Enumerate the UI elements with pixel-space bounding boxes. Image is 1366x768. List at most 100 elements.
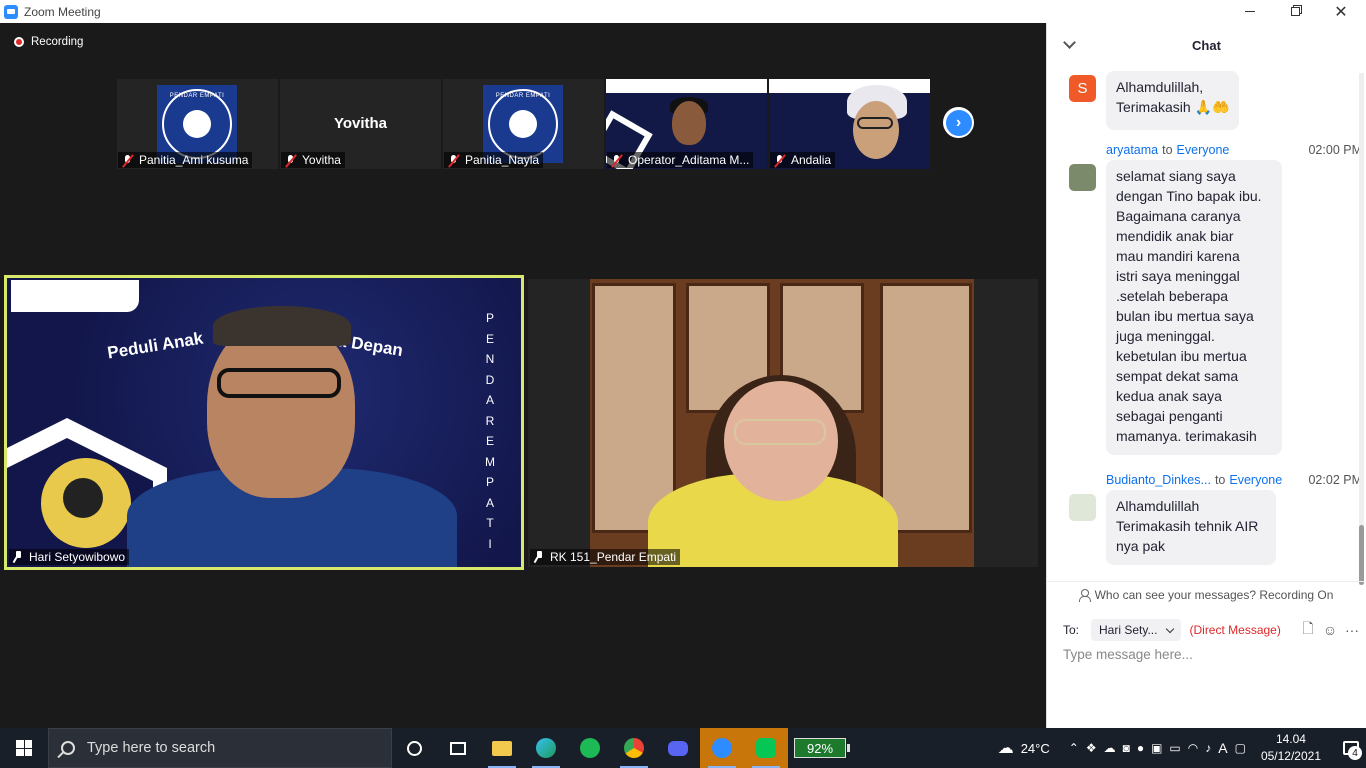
participant-name: RK 151_Pendar Empati (550, 550, 677, 564)
volume-icon[interactable]: ♪ (1205, 741, 1211, 755)
ime-icon[interactable]: ▢ (1235, 741, 1246, 755)
participant-name-tag: Yovitha (281, 152, 345, 168)
message-bubble[interactable]: Alhamdulillah Terimakasih tehnik AIR nya… (1106, 490, 1276, 565)
participant-display-name: Yovitha (333, 115, 388, 132)
minimize-button[interactable] (1227, 0, 1273, 23)
search-icon (61, 741, 75, 755)
recipient-value: Hari Sety... (1099, 623, 1158, 637)
clock[interactable]: 14.04 05/12/2021 (1261, 731, 1321, 765)
participant-name-tag: Panitia_Nayla (444, 152, 544, 168)
close-button[interactable]: ✕ (1318, 0, 1364, 23)
spotify-button[interactable] (568, 728, 612, 768)
cortana-button[interactable] (392, 728, 436, 768)
taskbar: Type here to search 92% ☁ 24°C ⌃ ❖ ☁ ◙ ●… (0, 728, 1366, 768)
chat-messages: S Alhamdulillah, Terimakasih 🙏🤲 aryatama… (1047, 67, 1365, 587)
recording-indicator[interactable]: Recording (14, 36, 83, 48)
language-icon[interactable]: A (1218, 740, 1227, 756)
start-button[interactable] (0, 728, 48, 768)
recipient-name: Everyone (1176, 143, 1230, 157)
message-input[interactable]: Type message here... (1063, 647, 1353, 671)
sponsor-logos (11, 280, 139, 312)
sponsor-banner (769, 79, 930, 93)
message-line: .setelah beberapa (1116, 288, 1229, 304)
task-view-button[interactable] (436, 728, 480, 768)
participant-video[interactable]: RK 151_Pendar Empati (528, 279, 1038, 567)
participant-tile[interactable]: Andalia (769, 79, 930, 169)
chevron-down-icon[interactable] (1063, 36, 1076, 49)
window-titlebar: Zoom Meeting ✕ (0, 0, 1366, 23)
avatar (1069, 494, 1096, 521)
message-line: sebagai penganti (1116, 408, 1223, 424)
speaker-name: Hari Setyowibowo (29, 550, 126, 564)
message-bubble[interactable]: Alhamdulillah, Terimakasih 🙏🤲 (1106, 71, 1240, 130)
message-line: bulan ibu mertua saya (1116, 308, 1254, 324)
close-icon: ✕ (1334, 3, 1348, 21)
file-icon[interactable]: 🗋 (1299, 620, 1317, 639)
pendar-empati-badge (41, 458, 131, 548)
restore-button[interactable] (1272, 0, 1318, 23)
taskbar-search[interactable]: Type here to search (48, 728, 392, 768)
message-line: kedua anak saya (1116, 388, 1222, 404)
edge-button[interactable] (524, 728, 568, 768)
chrome-button[interactable] (612, 728, 656, 768)
participant-tile[interactable]: Yovitha Yovitha (280, 79, 441, 169)
participant-strip: PENDAR EMPATI Panitia_Ami kusuma Yovitha… (117, 79, 930, 169)
line-icon (756, 738, 776, 758)
clock-time: 14.04 (1275, 732, 1306, 746)
participant-name: Operator_Aditama M... (628, 153, 750, 167)
participant-tile[interactable]: PENDAR EMPATI Panitia_Nayla (443, 79, 604, 169)
battery-icon[interactable]: ▭ (1169, 741, 1180, 755)
discord-icon (668, 740, 688, 756)
notification-count: 4 (1348, 746, 1362, 760)
chat-header: Chat (1047, 23, 1366, 67)
security-icon[interactable]: ▣ (1151, 741, 1162, 755)
line-button[interactable] (744, 728, 788, 768)
onedrive-icon[interactable]: ☁ (1104, 741, 1116, 755)
message-line: mamanya. terimakasih (1116, 428, 1257, 444)
message-time: 02:02 PM (1308, 473, 1362, 487)
wifi-icon[interactable]: ◠ (1188, 741, 1198, 755)
message-line: istri saya meninggal (1116, 268, 1240, 284)
weather-temp[interactable]: 24°C (1021, 741, 1050, 756)
recording-label: Recording (31, 36, 84, 48)
scrollbar-thumb[interactable] (1359, 525, 1364, 585)
participant-name: Yovitha (302, 153, 341, 167)
message-line: Terimakasih 🙏🤲 (1116, 99, 1230, 115)
dropbox-icon[interactable]: ❖ (1086, 741, 1097, 755)
chat-scrollbar[interactable] (1359, 73, 1364, 585)
message-time: 02:00 PM (1308, 143, 1362, 157)
to-label: To: (1063, 623, 1080, 637)
direct-message-label: (Direct Message) (1189, 623, 1281, 637)
weather-icon[interactable]: ☁ (998, 738, 1014, 758)
participant-tile[interactable]: Operator_Aditama M... (606, 79, 767, 169)
participant-name: Panitia_Ami kusuma (139, 153, 249, 167)
file-explorer-button[interactable] (480, 728, 524, 768)
recipient-dropdown[interactable]: Hari Sety... (1091, 619, 1182, 641)
to-word: to (1162, 143, 1173, 157)
more-icon[interactable]: ··· (1343, 621, 1361, 639)
message-bubble[interactable]: selamat siang saya dengan Tino bapak ibu… (1106, 160, 1282, 455)
sender-name[interactable]: aryatama (1106, 143, 1158, 157)
sender-name[interactable]: Budianto_Dinkes... (1106, 473, 1211, 487)
participant-name: Panitia_Nayla (465, 153, 540, 167)
emoji-icon[interactable]: ☺ (1321, 621, 1339, 639)
to-word: to (1214, 473, 1226, 487)
chevron-up-icon[interactable]: ⌃ (1069, 741, 1079, 755)
camera-icon[interactable]: ◙ (1123, 741, 1130, 755)
message-line: Alhamdulillah (1116, 498, 1200, 514)
participant-tile[interactable]: PENDAR EMPATI Panitia_Ami kusuma (117, 79, 278, 169)
next-page-button[interactable]: › (943, 107, 974, 138)
microphone-icon[interactable]: ● (1137, 741, 1144, 755)
search-placeholder: Type here to search (87, 740, 216, 756)
participant-video-face (853, 101, 899, 159)
notification-button[interactable]: 4 (1336, 728, 1366, 768)
battery-indicator[interactable]: 92% (794, 738, 850, 758)
task-view-icon (450, 741, 466, 755)
discord-button[interactable] (656, 728, 700, 768)
active-speaker-video[interactable]: Peduli Anak a Depan PENDAREMPATI Hari Se… (4, 275, 524, 570)
visibility-notice[interactable]: Who can see your messages? Recording On (1047, 581, 1365, 607)
zoom-button[interactable] (700, 728, 744, 768)
vertical-brand-text: PENDAREMPATI (485, 311, 495, 551)
participant-name-tag: Panitia_Ami kusuma (118, 152, 253, 168)
mic-muted-icon (121, 154, 134, 167)
